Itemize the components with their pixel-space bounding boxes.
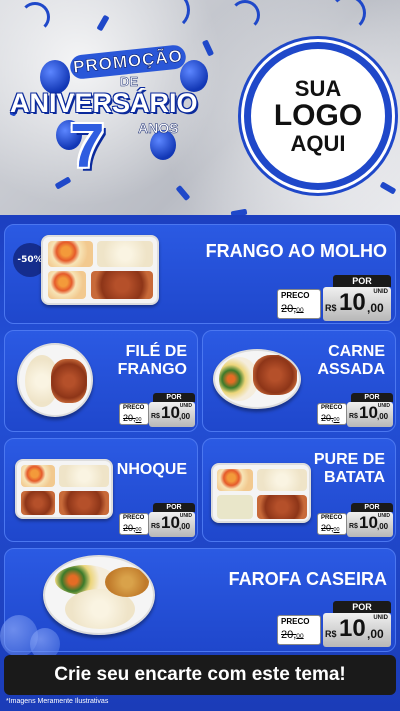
streamer-decoration — [330, 0, 366, 31]
food-image — [213, 349, 301, 409]
por-label: POR — [333, 275, 391, 287]
product-card-file-de-frango: FILÉ DE FRANGO POR PRECO 20,00 R$ 10 ,00… — [4, 330, 198, 432]
product-title: FILÉ DE FRANGO — [117, 343, 187, 379]
price-tag: POR PRECO 20,00 R$ 10 ,00 UNID — [277, 275, 391, 321]
product-title: PURE DE BATATA — [313, 451, 385, 487]
product-title: FRANGO AO MOLHO — [205, 241, 387, 261]
streamer-decoration — [230, 0, 260, 30]
product-card-farofa-caseira: FAROFA CASEIRA POR PRECO 20,00 R$ 10 ,00… — [4, 548, 396, 652]
old-price-box: PRECO 20,00 — [317, 403, 347, 425]
cta-banner[interactable]: Crie seu encarte com este tema! — [4, 655, 396, 695]
logo-line-3: AQUI — [290, 130, 346, 156]
logo-line-2: LOGO — [273, 99, 363, 133]
header-area: PROMOÇÃO DE ANIVERSÁRIO 7 ANOS SUA LOGO … — [0, 0, 400, 215]
preco-label: PRECO — [281, 291, 310, 300]
confetti — [379, 181, 397, 195]
current-price: R$ 10 ,00 UNID — [323, 287, 391, 321]
por-label: POR — [351, 393, 393, 402]
food-image — [17, 343, 93, 417]
product-card-carne-assada: CARNE ASSADA POR PRECO 20,00 R$ 10 ,00 U… — [202, 330, 396, 432]
logo-line-1: SUA — [294, 76, 342, 102]
current-price: R$ 10 ,00 UNID — [347, 402, 393, 427]
old-price-box: PRECO 20,00 — [277, 615, 321, 645]
product-card-pure-de-batata: PURE DE BATATA POR PRECO 20,00 R$ 10 ,00… — [202, 438, 396, 542]
old-price: 20,00 — [281, 303, 304, 315]
product-title: CARNE ASSADA — [317, 343, 385, 379]
streamer-decoration — [20, 2, 50, 32]
product-title: NHOQUE — [116, 461, 187, 478]
current-price: R$ 10 ,00 UNID — [149, 512, 195, 537]
price-tag: POR PRECO 20,00 R$ 10 ,00 UNID — [277, 601, 391, 647]
badge-number: 7 — [70, 112, 105, 181]
product-card-nhoque: NHOQUE POR PRECO 20,00 R$ 10 ,00 UNID — [4, 438, 198, 542]
por-label: POR — [153, 503, 195, 512]
por-label: POR — [153, 393, 195, 402]
price-tag: POR PRECO 20,00 R$ 10 ,00 UNID — [317, 503, 393, 537]
streamer-decoration — [150, 0, 190, 30]
anniversary-badge: PROMOÇÃO DE ANIVERSÁRIO 7 ANOS — [10, 38, 240, 188]
price-tag: POR PRECO 20,00 R$ 10 ,00 UNID — [317, 393, 393, 427]
product-title: FAROFA CASEIRA — [228, 569, 387, 589]
current-price: R$ 10 ,00 UNID — [149, 402, 195, 427]
food-image — [43, 555, 155, 635]
footnote: *Imagens Meramente Ilustrativas — [6, 698, 109, 705]
old-price-box: PRECO 20,00 — [119, 513, 149, 535]
old-price-box: PRECO 20,00 — [317, 513, 347, 535]
old-price-box: PRECO 20,00 — [277, 289, 321, 319]
logo-placeholder: SUA LOGO AQUI — [244, 42, 392, 190]
badge-anos: ANOS — [138, 120, 179, 137]
food-image — [211, 463, 311, 523]
confetti — [96, 14, 110, 32]
por-label: POR — [333, 601, 391, 613]
badge-de: DE — [120, 74, 139, 90]
current-price: R$ 10 ,00 UNID — [323, 613, 391, 647]
current-price: R$ 10 ,00 UNID — [347, 512, 393, 537]
por-label: POR — [351, 503, 393, 512]
price-tag: POR PRECO 20,00 R$ 10 ,00 UNID — [119, 393, 195, 427]
old-price-box: PRECO 20,00 — [119, 403, 149, 425]
price-tag: POR PRECO 20,00 R$ 10 ,00 UNID — [119, 503, 195, 537]
food-image — [41, 235, 159, 305]
product-card-frango-ao-molho: -50% FRANGO AO MOLHO POR PRECO 20,00 R$ … — [4, 224, 396, 324]
food-image — [15, 459, 113, 519]
